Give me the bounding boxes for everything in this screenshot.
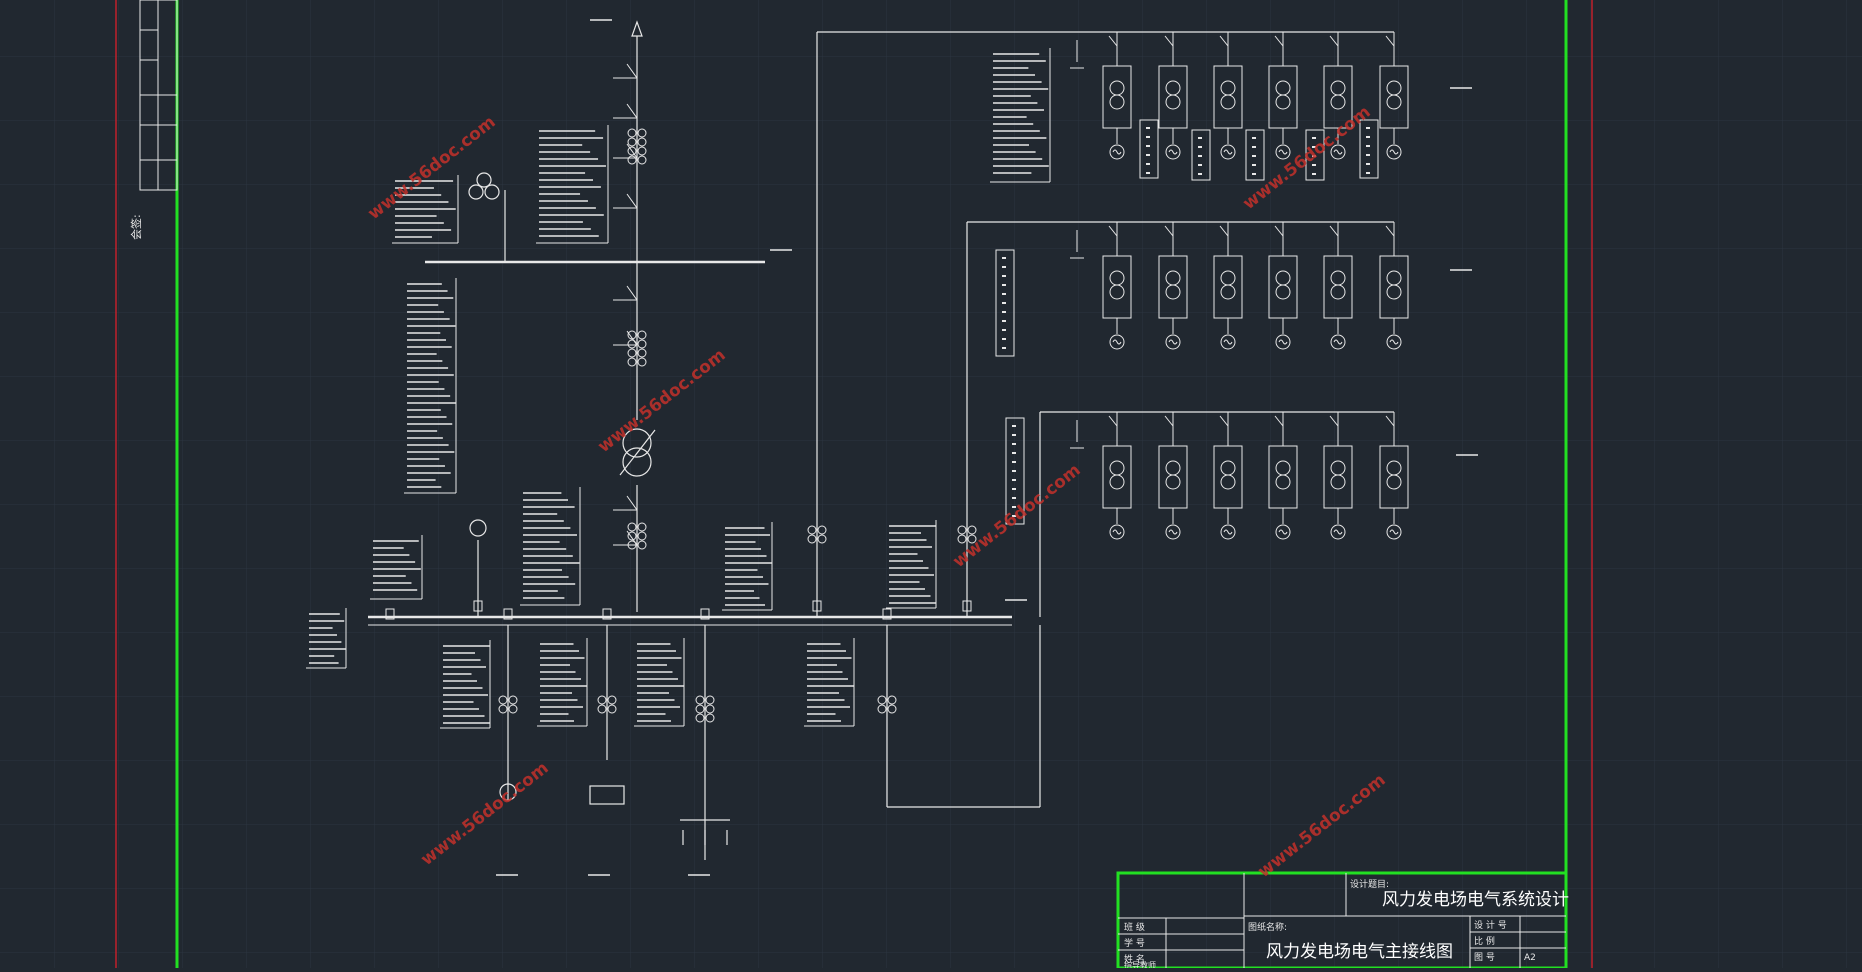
cad-viewport[interactable]: 会签: 设计题目: 风力发电场电气系统设计 图纸名称: 风力发电场电气主接线图 … [0, 0, 1862, 970]
drawing-label: 图纸名称: [1248, 921, 1287, 933]
sheet-size: A2 [1524, 953, 1536, 963]
row-scale: 比 例 [1474, 935, 1495, 947]
row-student-id: 学 号 [1124, 937, 1145, 949]
project-label: 设计题目: [1350, 878, 1389, 890]
row-design-no: 设 计 号 [1474, 919, 1507, 931]
electrical-main-wiring-diagram[interactable]: 会签: 设计题目: 风力发电场电气系统设计 图纸名称: 风力发电场电气主接线图 … [0, 0, 1862, 970]
side-label: 会签: [129, 214, 143, 240]
grid [0, 0, 1862, 968]
drawing-title: 风力发电场电气主接线图 [1266, 942, 1453, 962]
row-class: 班 级 [1124, 921, 1145, 933]
row-advisor: 指导教师 [1124, 960, 1156, 968]
row-sheet: 图 号 [1474, 952, 1495, 963]
project-title: 风力发电场电气系统设计 [1382, 890, 1569, 910]
